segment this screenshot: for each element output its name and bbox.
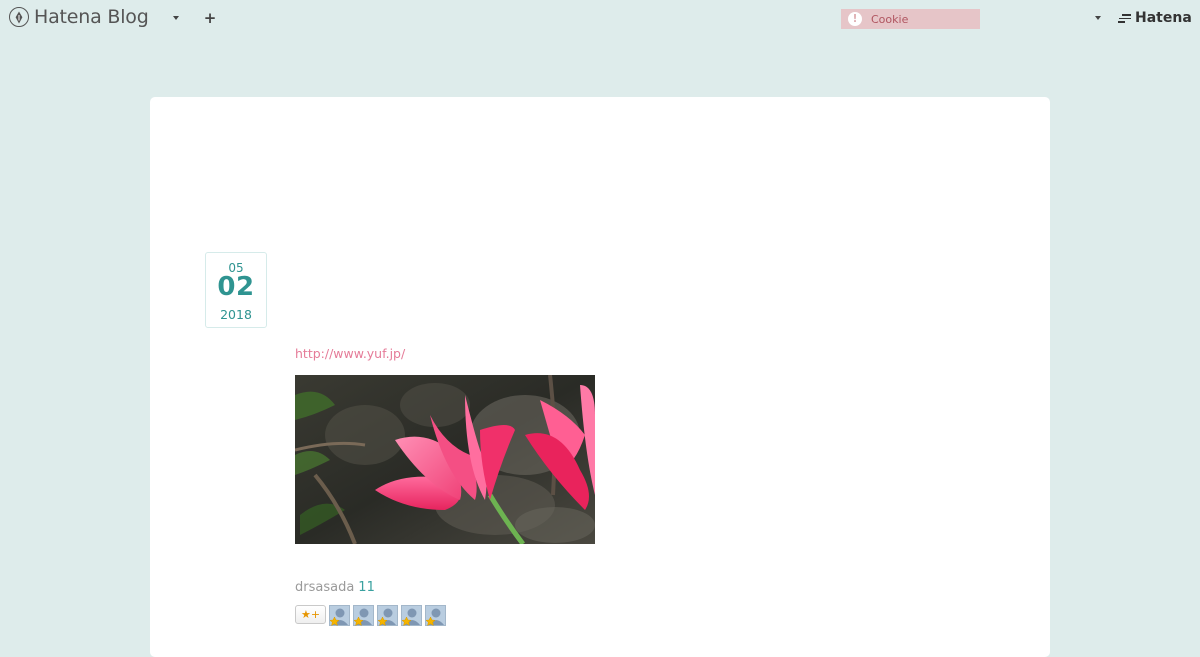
hatena-label: Hatena: [1135, 10, 1192, 26]
entry-link[interactable]: http://www.yuf.jp/: [295, 346, 405, 361]
author-name[interactable]: drsasada: [295, 580, 354, 595]
star-row: ★+: [295, 605, 446, 627]
tulip-photo[interactable]: [295, 375, 595, 544]
star-user-avatar[interactable]: [401, 605, 422, 627]
hatena-mark-icon: [1118, 13, 1132, 23]
chevron-down-icon: [1095, 16, 1101, 20]
user-menu-dropdown[interactable]: [1091, 11, 1105, 25]
star-user-avatar[interactable]: [353, 605, 374, 627]
cookie-label: Cookie: [871, 12, 909, 26]
date-year: 2018: [220, 307, 252, 322]
entry-author-line: drsasada 11: [295, 580, 375, 595]
star-user-avatar[interactable]: [425, 605, 446, 627]
pen-nib-icon: [9, 7, 29, 27]
cookie-notice[interactable]: ! Cookie: [841, 9, 980, 29]
blog-menu-dropdown[interactable]: [169, 11, 183, 25]
hatena-blog-logo[interactable]: Hatena Blog: [9, 6, 149, 28]
alert-icon: !: [848, 12, 862, 26]
date-day: 02: [217, 272, 255, 302]
global-header: Hatena Blog + ! Cookie Hatena: [0, 0, 1200, 38]
star-user-list: [326, 605, 446, 627]
chevron-down-icon: [173, 16, 179, 20]
new-entry-button[interactable]: +: [202, 10, 218, 26]
hatena-logo[interactable]: Hatena: [1118, 10, 1192, 26]
star-user-avatar[interactable]: [377, 605, 398, 627]
entry-card: 05 02 2018 http://www.yuf.jp/ drsasada 1…: [150, 97, 1050, 657]
star-user-avatar[interactable]: [329, 605, 350, 627]
add-star-button[interactable]: ★+: [295, 605, 326, 624]
brand-name: Hatena Blog: [34, 6, 149, 28]
star-count[interactable]: 11: [358, 580, 375, 595]
entry-date[interactable]: 05 02 2018: [205, 252, 267, 328]
